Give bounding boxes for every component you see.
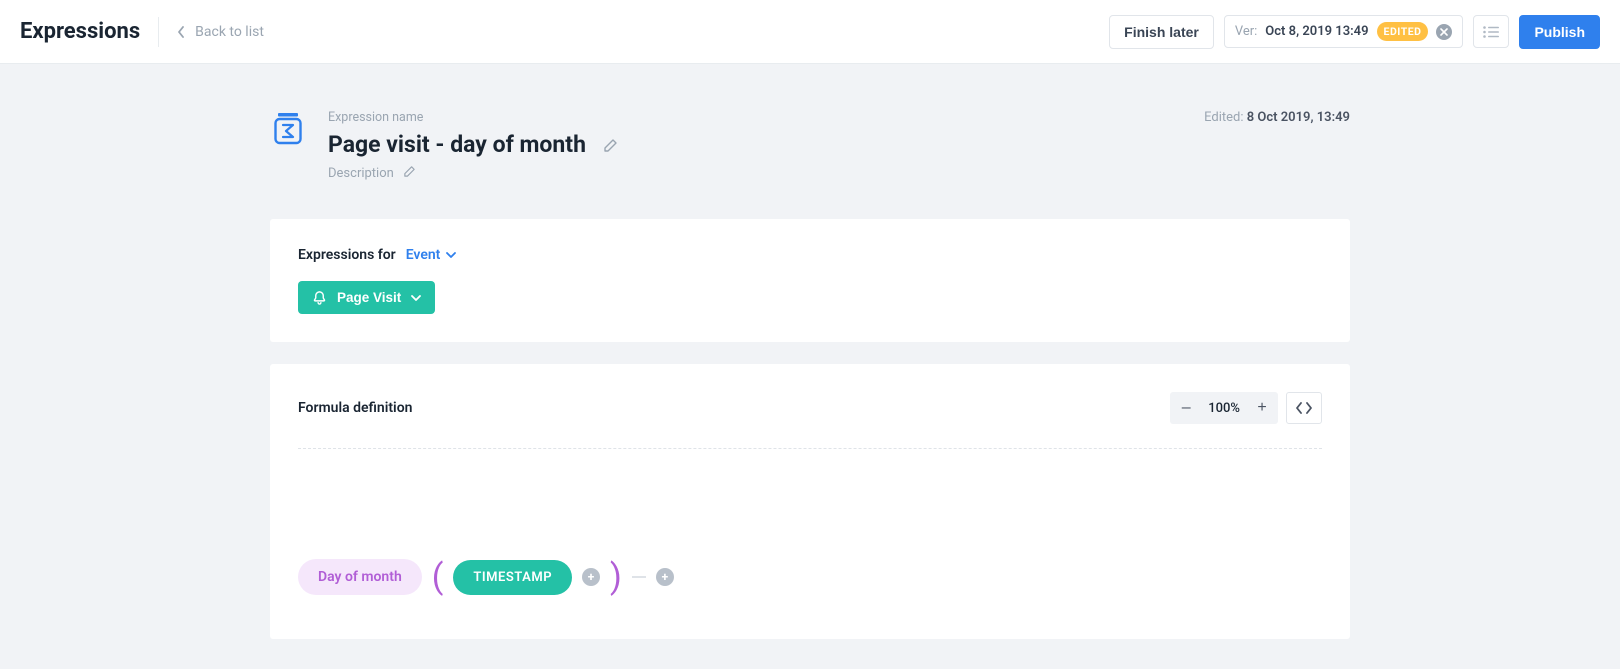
function-pill[interactable]: Day of month xyxy=(298,559,422,595)
finish-later-button[interactable]: Finish later xyxy=(1109,15,1214,49)
formula-tools: – 100% + xyxy=(1170,392,1322,424)
zoom-control: – 100% + xyxy=(1170,392,1278,424)
expressions-for-row: Expressions for Event xyxy=(298,247,1322,263)
code-view-toggle[interactable] xyxy=(1286,392,1322,424)
close-paren: ) xyxy=(610,560,622,594)
add-node-button[interactable]: + xyxy=(656,568,674,586)
app-header: Expressions Back to list Finish later Ve… xyxy=(0,0,1620,64)
formula-heading: Formula definition xyxy=(298,400,412,416)
zoom-value: 100% xyxy=(1202,401,1246,416)
edited-label: Edited: xyxy=(1204,110,1243,125)
version-info[interactable]: Ver: Oct 8, 2019 13:49 EDITED xyxy=(1224,15,1464,48)
edit-description-button[interactable] xyxy=(404,166,415,181)
expression-name-heading: Page visit - day of month xyxy=(328,131,617,158)
publish-button[interactable]: Publish xyxy=(1519,15,1600,49)
zoom-in-button[interactable]: + xyxy=(1246,392,1278,424)
formula-definition-card: Formula definition – 100% + Day of month… xyxy=(270,364,1350,639)
expression-icon xyxy=(270,110,306,146)
app-title: Expressions xyxy=(20,17,159,47)
open-paren: ( xyxy=(432,560,444,594)
back-label: Back to list xyxy=(195,24,264,40)
title-text: Expression name Page visit - day of mont… xyxy=(328,110,617,181)
title-left: Expression name Page visit - day of mont… xyxy=(270,110,617,181)
expression-type-value: Event xyxy=(406,247,441,263)
expressions-for-card: Expressions for Event Page Visit xyxy=(270,219,1350,342)
description-row: Description xyxy=(328,166,617,181)
edit-name-button[interactable] xyxy=(604,131,617,158)
back-to-list-link[interactable]: Back to list xyxy=(177,24,264,40)
expression-name: Page visit - day of month xyxy=(328,131,586,158)
expression-type-dropdown[interactable]: Event xyxy=(406,247,457,263)
argument-pill[interactable]: TIMESTAMP xyxy=(453,560,572,595)
connector-line xyxy=(632,576,646,578)
chevron-left-icon xyxy=(177,26,185,38)
edited-value: 8 Oct 2019, 13:49 xyxy=(1247,110,1350,125)
version-label: Ver: xyxy=(1235,24,1257,39)
main-content: Expression name Page visit - day of mont… xyxy=(270,64,1350,669)
formula-header: Formula definition – 100% + xyxy=(298,392,1322,424)
add-argument-button[interactable]: + xyxy=(582,568,600,586)
event-tag-label: Page Visit xyxy=(337,290,401,305)
edited-timestamp: Edited: 8 Oct 2019, 13:49 xyxy=(1204,110,1350,125)
header-left: Expressions Back to list xyxy=(20,17,264,47)
expression-name-label: Expression name xyxy=(328,110,617,125)
chevron-down-icon xyxy=(411,293,421,303)
formula-canvas[interactable]: Day of month ( TIMESTAMP + ) + xyxy=(298,449,1322,605)
zoom-out-button[interactable]: – xyxy=(1170,392,1202,424)
edited-badge: EDITED xyxy=(1377,22,1429,41)
pencil-icon xyxy=(404,166,415,177)
code-icon xyxy=(1296,402,1312,414)
title-row: Expression name Page visit - day of mont… xyxy=(270,110,1350,181)
description-label: Description xyxy=(328,166,394,181)
list-view-button[interactable] xyxy=(1473,15,1509,48)
list-icon xyxy=(1483,26,1499,38)
chevron-down-icon xyxy=(446,250,456,260)
version-value: Oct 8, 2019 13:49 xyxy=(1265,24,1368,39)
header-right: Finish later Ver: Oct 8, 2019 13:49 EDIT… xyxy=(1109,15,1600,49)
pencil-icon xyxy=(604,139,617,152)
discard-icon[interactable] xyxy=(1436,24,1452,40)
bell-icon xyxy=(312,290,327,305)
event-tag-button[interactable]: Page Visit xyxy=(298,281,435,314)
expressions-for-label: Expressions for xyxy=(298,247,396,263)
